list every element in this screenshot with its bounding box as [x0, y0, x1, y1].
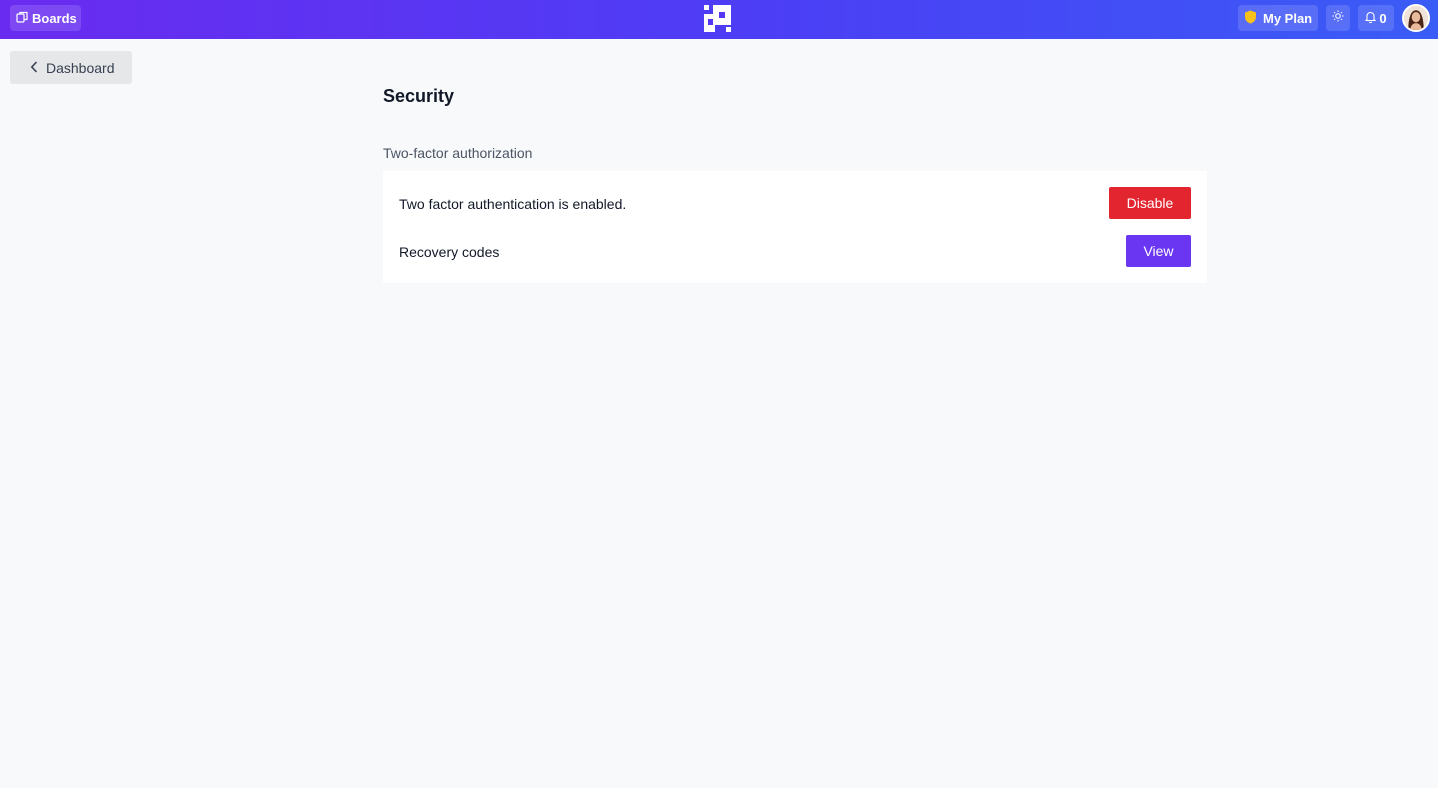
bell-icon	[1365, 11, 1377, 26]
sun-icon	[1332, 9, 1344, 27]
notifications-button[interactable]: 0	[1358, 5, 1394, 31]
recovery-codes-text: Recovery codes	[399, 244, 500, 260]
shield-icon	[1244, 10, 1257, 27]
boards-label: Boards	[32, 10, 77, 26]
app-logo[interactable]	[703, 4, 732, 33]
disable-two-factor-button[interactable]: Disable	[1109, 187, 1191, 219]
my-plan-button[interactable]: My Plan	[1238, 5, 1318, 31]
two-factor-status-text: Two factor authentication is enabled.	[399, 196, 627, 212]
chevron-left-icon	[30, 60, 38, 76]
back-label: Dashboard	[46, 59, 115, 76]
boards-button[interactable]: Boards	[10, 5, 81, 31]
boards-icon	[16, 11, 28, 26]
theme-toggle-button[interactable]	[1326, 5, 1350, 31]
page-title: Security	[383, 86, 455, 106]
two-factor-card: Two factor authentication is enabled. Di…	[383, 171, 1207, 283]
back-to-dashboard-button[interactable]: Dashboard	[10, 51, 132, 84]
top-navigation-bar: Boards My Plan 0	[0, 0, 1438, 39]
my-plan-label: My Plan	[1263, 10, 1313, 26]
view-recovery-codes-button[interactable]: View	[1126, 235, 1191, 267]
notification-count: 0	[1379, 10, 1387, 26]
section-label: Two-factor authorization	[383, 145, 533, 161]
user-avatar[interactable]	[1402, 4, 1430, 32]
